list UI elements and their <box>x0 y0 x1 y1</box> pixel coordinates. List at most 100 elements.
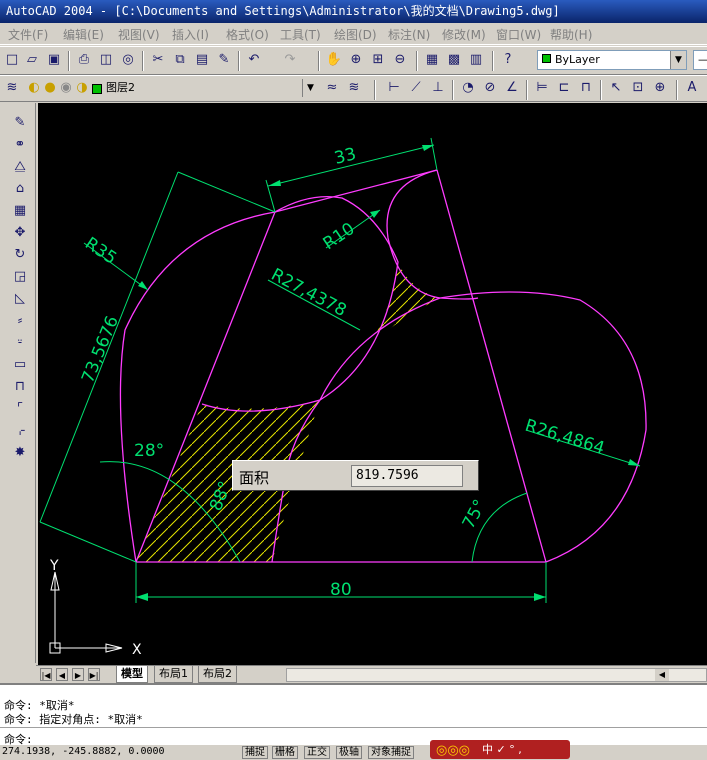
tab-layout2[interactable]: 布局2 <box>198 666 237 683</box>
chevron-down-icon[interactable]: ▼ <box>302 79 318 97</box>
dim-r26-text: R26,4864 <box>523 416 607 459</box>
paste-icon[interactable]: ▤ <box>192 50 212 70</box>
snap-toggle[interactable]: 捕捉 <box>242 746 268 759</box>
zoom-window-icon[interactable]: ⊞ <box>368 50 388 70</box>
arc-r27[interactable] <box>201 195 399 412</box>
menu-help[interactable]: 帮助(H) <box>550 26 592 43</box>
zoom-realtime-icon[interactable]: ⊕ <box>346 50 366 70</box>
undo-icon[interactable]: ↶ <box>244 50 264 70</box>
cut-icon[interactable]: ✂ <box>148 50 168 70</box>
tab-prev-icon[interactable]: ◀ <box>56 668 68 681</box>
drawing-canvas[interactable]: 33 R10 R35 R27,4378 73,5676 R26,4864 28°… <box>38 103 707 665</box>
join-icon[interactable]: ⊓ <box>10 377 30 397</box>
design-center-icon[interactable]: ▩ <box>444 50 464 70</box>
scroll-left-icon[interactable]: ◀ <box>655 669 669 681</box>
dimension-edit-icon[interactable]: A <box>682 78 702 98</box>
dim-28-text: 28° <box>134 441 164 461</box>
menu-window[interactable]: 窗口(W) <box>496 26 541 43</box>
color-combo[interactable]: ByLayer ▼ <box>537 50 687 70</box>
standard-toolbar: □ ▱ ▣ ⎙ ◫ ◎ ✂ ⧉ ▤ ✎ ↶ ↷ ✋ ⊕ ⊞ ⊖ ▦ ▩ ▥ ? … <box>0 46 707 75</box>
menu-modify[interactable]: 修改(M) <box>442 26 486 43</box>
menu-dimension[interactable]: 标注(N) <box>388 26 430 43</box>
fillet-icon[interactable]: ⌌ <box>10 421 30 441</box>
status-bar: 274.1938, -245.8882, 0.0000 捕捉 栅格 正交 极轴 … <box>0 745 707 759</box>
properties-icon[interactable]: ▦ <box>422 50 442 70</box>
menu-file[interactable]: 文件(F) <box>8 26 48 43</box>
zoom-previous-icon[interactable]: ⊖ <box>390 50 410 70</box>
chevron-down-icon[interactable]: ▼ <box>670 51 686 69</box>
print-icon[interactable]: ⎙ <box>74 50 94 70</box>
save-icon[interactable]: ▣ <box>44 50 64 70</box>
layer-previous-icon[interactable]: ≋ <box>344 78 364 98</box>
extend-icon[interactable]: ⸚ <box>10 333 30 353</box>
angular-dimension-icon[interactable]: ∠ <box>502 78 522 98</box>
osnap-toggle[interactable]: 对象捕捉 <box>368 746 414 759</box>
ime-toolbar[interactable]: ◎◎◎ 中 ✓ ° , <box>430 740 570 759</box>
radius-dimension-icon[interactable]: ◔ <box>458 78 478 98</box>
move-icon[interactable]: ✥ <box>10 223 30 243</box>
tolerance-icon[interactable]: ⊡ <box>628 78 648 98</box>
tab-first-icon[interactable]: |◀ <box>40 668 52 681</box>
menu-bar: 文件(F) 编辑(E) 视图(V) 插入(I) 格式(O) 工具(T) 绘图(D… <box>0 23 707 45</box>
tab-layout1[interactable]: 布局1 <box>154 666 193 683</box>
redo-icon[interactable]: ↷ <box>280 50 300 70</box>
aligned-dimension-icon[interactable]: ⟋ <box>406 78 426 98</box>
stretch-icon[interactable]: ◺ <box>10 289 30 309</box>
menu-view[interactable]: 视图(V) <box>118 26 160 43</box>
dim-r10-text: R10 <box>320 219 359 254</box>
copy-object-icon[interactable]: ⚭ <box>10 135 30 155</box>
ordinate-dimension-icon[interactable]: ⊥ <box>428 78 448 98</box>
match-properties-icon[interactable]: ✎ <box>214 50 234 70</box>
baseline-dimension-icon[interactable]: ⊏ <box>554 78 574 98</box>
diameter-dimension-icon[interactable]: ⊘ <box>480 78 500 98</box>
chamfer-icon[interactable]: ⌜ <box>10 399 30 419</box>
center-mark-icon[interactable]: ⊕ <box>650 78 670 98</box>
layer-color-swatch <box>92 84 102 94</box>
menu-insert[interactable]: 插入(I) <box>172 26 209 43</box>
menu-draw[interactable]: 绘图(D) <box>334 26 377 43</box>
right-line[interactable] <box>436 169 547 563</box>
quick-dimension-icon[interactable]: ⊨ <box>532 78 552 98</box>
linear-dimension-icon[interactable]: ⊢ <box>384 78 404 98</box>
tab-model[interactable]: 模型 <box>116 666 148 683</box>
ortho-toggle[interactable]: 正交 <box>304 746 330 759</box>
layer-combo[interactable]: 图层2 ▼ <box>102 79 318 99</box>
rotate-icon[interactable]: ↻ <box>10 245 30 265</box>
make-object-layer-current-icon[interactable]: ≈ <box>322 78 342 98</box>
linetype-combo[interactable]: — <box>693 50 707 70</box>
dim-75-text: 75° <box>459 496 491 532</box>
layer-manager-icon[interactable]: ≋ <box>2 78 22 98</box>
menu-format[interactable]: 格式(O) <box>226 26 269 43</box>
command-window[interactable]: 命令: *取消* 命令: 指定对角点: *取消* 命令: <box>0 683 707 746</box>
help-icon[interactable]: ? <box>498 50 518 70</box>
tab-next-icon[interactable]: ▶ <box>72 668 84 681</box>
array-icon[interactable]: ▦ <box>10 201 30 221</box>
grid-toggle[interactable]: 栅格 <box>272 746 298 759</box>
menu-tools[interactable]: 工具(T) <box>280 26 321 43</box>
publish-icon[interactable]: ◎ <box>118 50 138 70</box>
continue-dimension-icon[interactable]: ⊓ <box>576 78 596 98</box>
tab-last-icon[interactable]: ▶| <box>88 668 100 681</box>
copy-icon[interactable]: ⧉ <box>170 50 190 70</box>
window-title: AutoCAD 2004 - [C:\Documents and Setting… <box>0 0 707 23</box>
break-icon[interactable]: ▭ <box>10 355 30 375</box>
lock-icon[interactable]: ◑ <box>72 78 92 98</box>
preview-icon[interactable]: ◫ <box>96 50 116 70</box>
trim-icon[interactable]: ⸗ <box>10 311 30 331</box>
new-icon[interactable]: □ <box>2 50 22 70</box>
menu-edit[interactable]: 编辑(E) <box>63 26 104 43</box>
offset-icon[interactable]: ⌂ <box>10 179 30 199</box>
horizontal-scrollbar[interactable]: ◀ <box>286 668 707 682</box>
erase-icon[interactable]: ✎ <box>10 113 30 133</box>
ucs-icon <box>49 571 123 654</box>
open-icon[interactable]: ▱ <box>22 50 42 70</box>
scale-icon[interactable]: ◲ <box>10 267 30 287</box>
polar-toggle[interactable]: 极轴 <box>336 746 362 759</box>
explode-icon[interactable]: ✸ <box>10 443 30 463</box>
ime-logo-icon: ◎◎◎ <box>436 743 471 758</box>
leader-icon[interactable]: ↖ <box>606 78 626 98</box>
drawing-area[interactable]: 33 R10 R35 R27,4378 73,5676 R26,4864 28°… <box>38 103 707 665</box>
mirror-icon[interactable]: ⧋ <box>10 157 30 177</box>
tool-palettes-icon[interactable]: ▥ <box>466 50 486 70</box>
pan-icon[interactable]: ✋ <box>324 50 344 70</box>
